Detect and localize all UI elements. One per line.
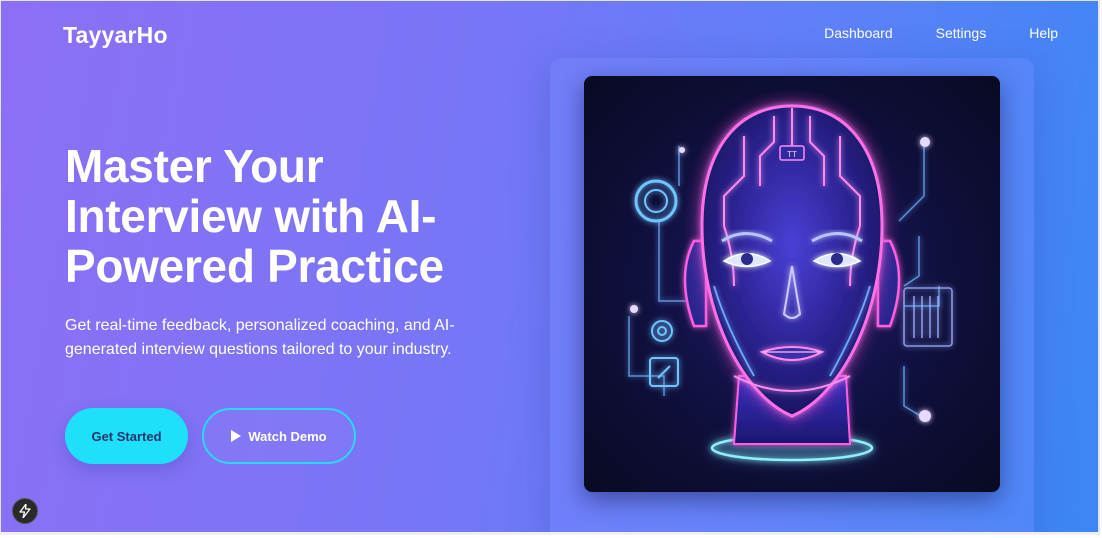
ai-head-illustration: TT bbox=[584, 76, 1000, 492]
head-chip-text: TT bbox=[787, 150, 797, 159]
brand-logo[interactable]: TayyarHo bbox=[63, 22, 168, 49]
lightning-bolt-icon bbox=[19, 504, 31, 518]
ai-robot-head-icon: TT bbox=[628, 100, 953, 462]
nav-dashboard[interactable]: Dashboard bbox=[824, 25, 893, 41]
hero-headline: Master Your Interview with AI-Powered Pr… bbox=[65, 140, 444, 292]
hero-section: TayyarHo Dashboard Settings Help Master … bbox=[0, 0, 1100, 535]
nav-settings[interactable]: Settings bbox=[936, 25, 987, 41]
top-nav: Dashboard Settings Help bbox=[781, 25, 1058, 41]
nav-help[interactable]: Help bbox=[1029, 25, 1058, 41]
play-icon bbox=[231, 430, 242, 442]
floating-bolt-button[interactable] bbox=[12, 498, 38, 524]
watch-demo-button[interactable]: Watch Demo bbox=[202, 408, 356, 464]
hero-subtext: Get real-time feedback, personalized coa… bbox=[65, 317, 455, 358]
get-started-button[interactable]: Get Started bbox=[65, 408, 188, 464]
watch-demo-label: Watch Demo bbox=[248, 428, 327, 444]
